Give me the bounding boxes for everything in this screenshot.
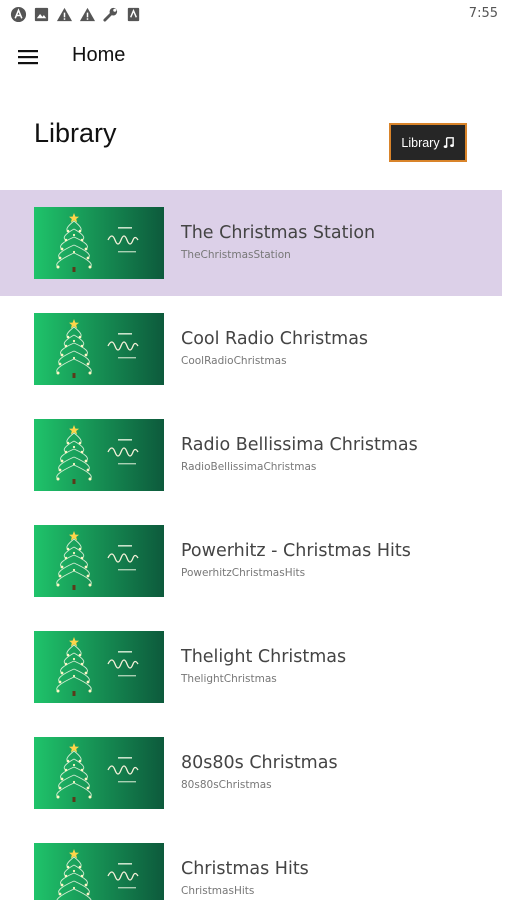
station-name: Radio Bellissima Christmas	[181, 435, 418, 455]
station-list-item[interactable]: Powerhitz - Christmas Hits PowerhitzChris…	[0, 508, 502, 614]
menu-button[interactable]	[12, 41, 44, 73]
station-list-item[interactable]: 80s80s Christmas 80s80sChristmas	[0, 720, 502, 826]
warning-icon	[79, 7, 96, 22]
station-id: ChristmasHits	[181, 885, 255, 897]
christmas-tree-thumbnail	[34, 525, 164, 597]
station-id: CoolRadioChristmas	[181, 355, 287, 367]
station-name: Thelight Christmas	[181, 647, 347, 667]
station-list-item[interactable]: Christmas Hits ChristmasHits	[0, 826, 502, 900]
christmas-tree-thumbnail	[34, 207, 164, 279]
wrench-icon	[103, 7, 118, 22]
station-thumbnail	[34, 737, 164, 809]
station-name: Powerhitz - Christmas Hits	[181, 541, 411, 561]
station-list-item[interactable]: Cool Radio Christmas CoolRadioChristmas	[0, 296, 502, 402]
christmas-tree-thumbnail	[34, 843, 164, 900]
music-note-icon	[443, 137, 454, 148]
status-icons	[10, 6, 142, 23]
library-button[interactable]: Library	[389, 123, 467, 162]
christmas-tree-thumbnail	[34, 737, 164, 809]
station-list-item[interactable]: Radio Bellissima Christmas RadioBellissim…	[0, 402, 502, 508]
library-title: Library	[34, 118, 117, 148]
station-id: ThelightChristmas	[181, 673, 277, 685]
station-id: PowerhitzChristmasHits	[181, 567, 306, 579]
status-time: 7:55	[468, 6, 498, 21]
station-name: Cool Radio Christmas	[181, 329, 369, 349]
station-list-item[interactable]: Thelight Christmas ThelightChristmas	[0, 614, 502, 720]
status-bar: 7:55	[0, 0, 506, 30]
station-thumbnail	[34, 843, 164, 900]
station-list-item[interactable]: The Christmas Station TheChristmasStation	[0, 190, 502, 296]
station-id: TheChristmasStation	[181, 249, 291, 261]
station-name: 80s80s Christmas	[181, 753, 338, 773]
station-thumbnail	[34, 525, 164, 597]
station-name: The Christmas Station	[181, 223, 376, 243]
station-thumbnail	[34, 313, 164, 385]
christmas-tree-thumbnail	[34, 631, 164, 703]
station-thumbnail	[34, 207, 164, 279]
app-bar: Home	[0, 30, 506, 84]
station-name: Christmas Hits	[181, 859, 309, 879]
christmas-tree-thumbnail	[34, 313, 164, 385]
station-id: RadioBellissimaChristmas	[181, 461, 317, 473]
android-a-icon	[10, 6, 27, 23]
image-icon	[34, 7, 49, 22]
badge-icon	[127, 7, 140, 22]
station-id: 80s80sChristmas	[181, 779, 272, 791]
warning-icon	[56, 7, 73, 22]
app-title: Home	[72, 44, 126, 66]
library-button-label: Library	[401, 135, 440, 150]
station-list: The Christmas Station TheChristmasStation	[0, 190, 502, 900]
station-thumbnail	[34, 631, 164, 703]
hamburger-menu-icon	[18, 50, 38, 65]
station-thumbnail	[34, 419, 164, 491]
christmas-tree-thumbnail	[34, 419, 164, 491]
